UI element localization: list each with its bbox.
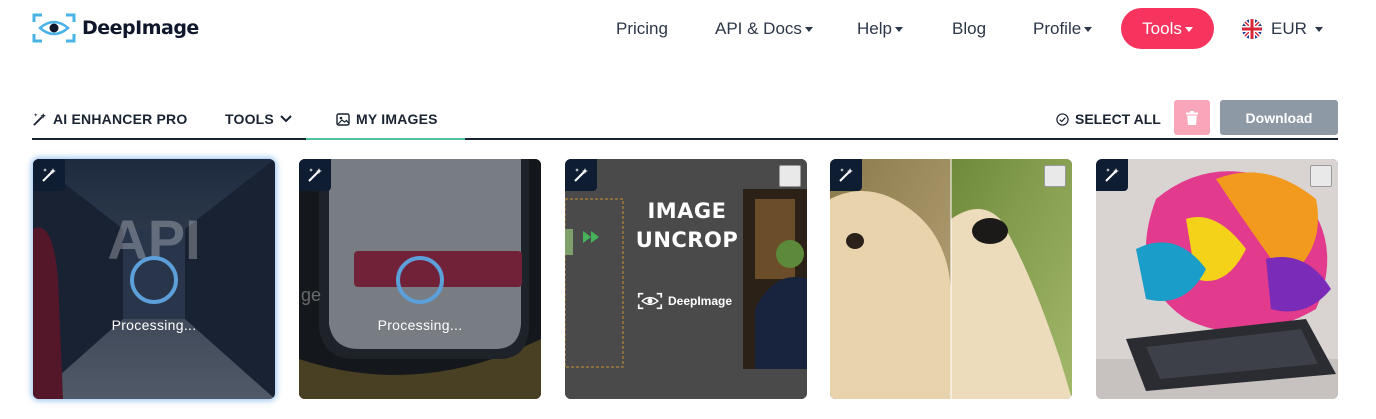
tab-tools-label: TOOLS xyxy=(225,111,274,127)
tab-my-images-label: MY IMAGES xyxy=(356,111,438,127)
uncrop-title-line2: UNCROP xyxy=(635,228,739,252)
images-icon xyxy=(336,112,350,126)
nav-api-docs-dropdown[interactable]: API & Docs xyxy=(715,8,813,49)
image-thumbnail xyxy=(830,159,1072,399)
tab-ai-enhancer-label: AI ENHANCER PRO xyxy=(53,111,188,127)
caret-down-icon xyxy=(1084,26,1093,32)
magic-wand-icon xyxy=(1105,168,1119,182)
download-button[interactable]: Download xyxy=(1220,100,1338,135)
caret-down-icon xyxy=(894,26,903,32)
nav-tools-button[interactable]: Tools xyxy=(1121,8,1214,49)
nav-profile-label: Profile xyxy=(1033,18,1082,38)
uncrop-title: IMAGE UNCROP xyxy=(627,197,747,255)
processing-status: Processing... xyxy=(111,317,197,333)
magic-wand-icon xyxy=(308,168,322,182)
enhance-badge xyxy=(299,159,331,191)
eye-logo-icon xyxy=(637,292,663,310)
loading-spinner-icon xyxy=(396,256,444,304)
nav-tools-label: Tools xyxy=(1142,18,1182,38)
image-thumbnail xyxy=(1096,159,1338,399)
watermark-text: DeepImage xyxy=(668,294,733,308)
tab-tools[interactable]: TOOLS xyxy=(225,100,292,138)
nav-help-label: Help xyxy=(857,18,892,38)
enhance-badge xyxy=(1096,159,1128,191)
image-card[interactable]: API Processing... xyxy=(33,159,275,399)
active-tab-indicator xyxy=(306,138,465,140)
nav-blog-link[interactable]: Blog xyxy=(952,8,986,49)
enhance-badge xyxy=(830,159,862,191)
magic-wand-icon xyxy=(839,168,853,182)
nav-pricing-label: Pricing xyxy=(616,18,668,38)
tab-my-images[interactable]: MY IMAGES xyxy=(336,100,438,138)
nav-blog-label: Blog xyxy=(952,18,987,38)
select-all-button[interactable]: SELECT ALL xyxy=(1056,100,1161,138)
nav-api-docs-label: API & Docs xyxy=(715,18,802,38)
nav-profile-dropdown[interactable]: Profile xyxy=(1033,8,1093,49)
image-select-checkbox[interactable] xyxy=(1310,165,1332,187)
enhance-badge xyxy=(33,159,65,191)
image-tabs-bar: AI ENHANCER PRO TOOLS MY IMAGES SELECT A… xyxy=(32,100,1338,140)
magic-wand-icon xyxy=(33,112,47,126)
uk-flag-icon xyxy=(1242,18,1262,39)
select-all-label: SELECT ALL xyxy=(1075,111,1161,127)
image-card[interactable]: ge Processing... xyxy=(299,159,541,399)
currency-label: EUR xyxy=(1271,18,1307,38)
image-card[interactable] xyxy=(1096,159,1338,399)
image-thumbnail xyxy=(565,159,807,399)
loading-spinner-icon xyxy=(130,256,178,304)
delete-button[interactable] xyxy=(1174,100,1210,135)
currency-dropdown[interactable]: EUR xyxy=(1242,8,1323,49)
caret-down-icon xyxy=(1184,26,1193,32)
image-card[interactable]: IMAGE UNCROP DeepImage xyxy=(565,159,807,399)
magic-wand-icon xyxy=(574,168,588,182)
uncrop-title-line1: IMAGE xyxy=(647,199,727,223)
check-circle-icon xyxy=(1056,112,1069,126)
watermark-logo: DeepImage xyxy=(637,292,732,310)
chevron-down-icon xyxy=(280,115,292,123)
image-select-checkbox[interactable] xyxy=(779,165,801,187)
thumbnail-text: ge xyxy=(301,285,322,305)
top-nav: Pricing API & Docs Help Blog Profile Too… xyxy=(0,8,1376,49)
nav-help-dropdown[interactable]: Help xyxy=(857,8,903,49)
caret-down-icon xyxy=(1314,26,1323,32)
tab-ai-enhancer-pro[interactable]: AI ENHANCER PRO xyxy=(32,100,187,138)
processing-status: Processing... xyxy=(377,317,463,333)
trash-icon xyxy=(1186,110,1198,125)
magic-wand-icon xyxy=(42,168,56,182)
download-label: Download xyxy=(1245,109,1313,126)
caret-down-icon xyxy=(804,26,813,32)
image-card[interactable] xyxy=(830,159,1072,399)
nav-pricing-link[interactable]: Pricing xyxy=(616,8,668,49)
enhance-badge xyxy=(565,159,597,191)
image-select-checkbox[interactable] xyxy=(1044,165,1066,187)
